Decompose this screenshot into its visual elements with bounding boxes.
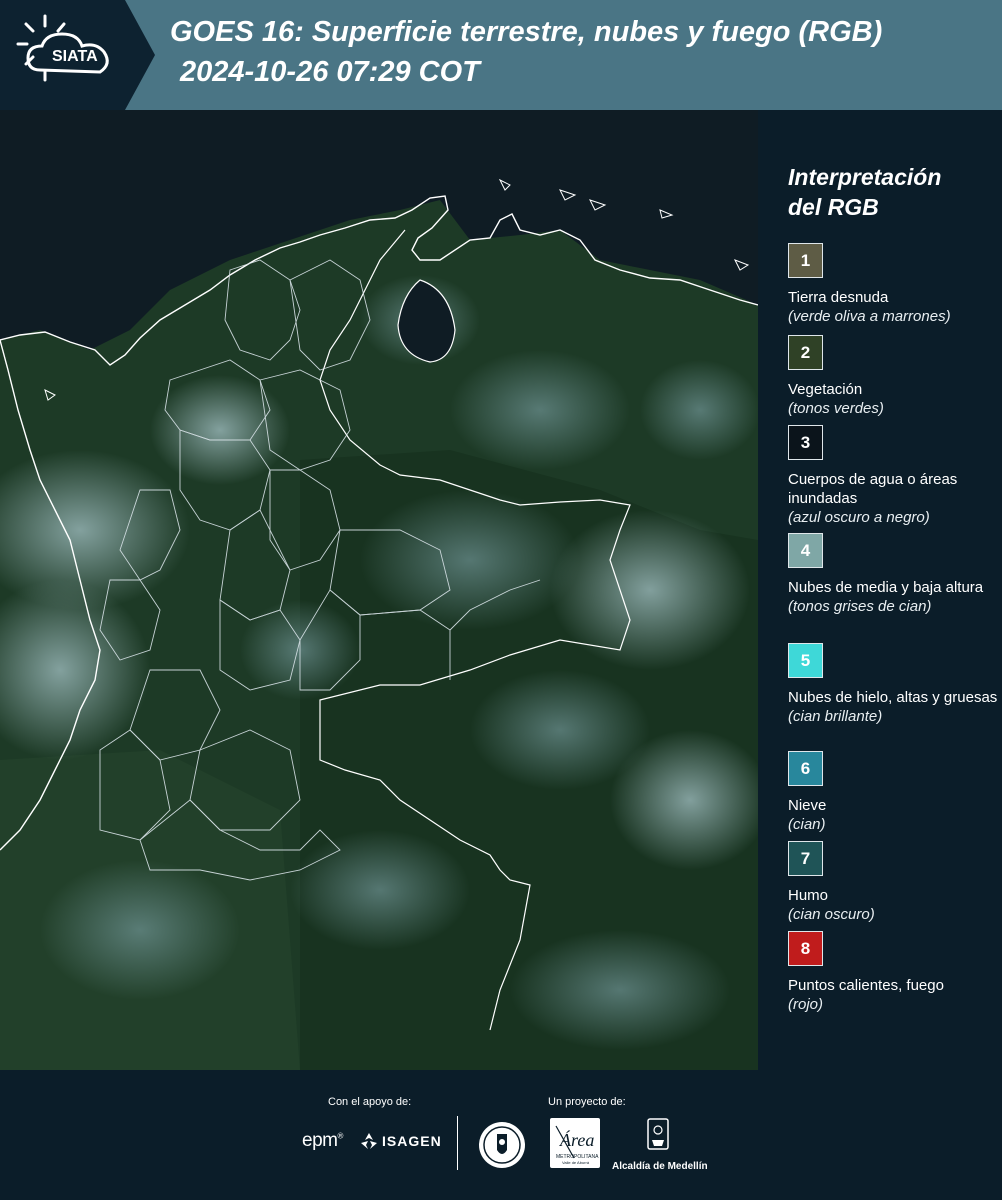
epm-logo: epm® — [302, 1130, 343, 1151]
area-metropolitana-logo: Área METROPOLITANA Valle de Aburrá — [550, 1118, 600, 1168]
support-label: Con el apoyo de: — [328, 1096, 412, 1108]
rgb-legend: Interpretación del RGB 1 Tierra desnuda … — [760, 110, 1002, 1070]
legend-label-2: Vegetación — [788, 381, 863, 398]
university-seal-icon — [477, 1120, 527, 1175]
legend-title: Interpretación del RGB — [788, 162, 941, 222]
legend-item-7: 7 Humo (cian oscuro) — [788, 841, 998, 924]
swatch-8: 8 — [788, 931, 823, 966]
epm-logo-text: epm — [302, 1130, 338, 1151]
logo-text: SIATA — [52, 48, 98, 65]
legend-label-4: Nubes de media y baja altura — [788, 579, 984, 596]
isagen-logo-text: ISAGEN — [382, 1133, 442, 1149]
swatch-7: 7 — [788, 841, 823, 876]
legend-label-5: Nubes de hielo, altas y gruesas — [788, 689, 998, 706]
legend-label-1: Tierra desnuda — [788, 289, 889, 306]
footer-divider — [457, 1116, 458, 1170]
footer: Con el apoyo de: Un proyecto de: epm® IS… — [0, 1070, 1002, 1200]
header-bar: SIATA GOES 16: Superficie terrestre, nub… — [0, 0, 1002, 110]
isagen-logo: ISAGEN — [360, 1132, 442, 1150]
satellite-map[interactable] — [0, 110, 758, 1070]
siata-logo: SIATA — [0, 0, 155, 110]
svg-text:Valle de Aburrá: Valle de Aburrá — [562, 1160, 590, 1165]
alcaldia-shield-icon — [647, 1118, 669, 1150]
legend-desc-6: (cian) — [788, 816, 826, 833]
legend-title-line2: del RGB — [788, 194, 879, 220]
legend-desc-4: (tonos grises de cian) — [788, 598, 932, 615]
isagen-icon — [361, 1133, 377, 1149]
legend-item-4: 4 Nubes de media y baja altura (tonos gr… — [788, 533, 998, 616]
alcaldia-text: Alcaldía de Medellín — [612, 1161, 708, 1172]
legend-item-6: 6 Nieve (cian) — [788, 751, 998, 834]
project-label: Un proyecto de: — [548, 1096, 626, 1108]
swatch-1: 1 — [788, 243, 823, 278]
legend-item-8: 8 Puntos calientes, fuego (rojo) — [788, 931, 998, 1014]
swatch-4: 4 — [788, 533, 823, 568]
page-timestamp: 2024-10-26 07:29 COT — [180, 56, 480, 88]
legend-item-3: 3 Cuerpos de agua o áreas inundadas (azu… — [788, 425, 998, 527]
legend-desc-1: (verde oliva a marrones) — [788, 308, 951, 325]
svg-text:Área: Área — [559, 1129, 594, 1150]
alcaldia-logo: Alcaldía de Medellín — [612, 1118, 708, 1172]
legend-item-1: 1 Tierra desnuda (verde oliva a marrones… — [788, 243, 998, 326]
page-title: GOES 16: Superficie terrestre, nubes y f… — [170, 16, 883, 48]
legend-desc-3: (azul oscuro a negro) — [788, 509, 930, 526]
legend-label-6: Nieve — [788, 797, 827, 814]
swatch-2: 2 — [788, 335, 823, 370]
legend-desc-2: (tonos verdes) — [788, 400, 884, 417]
legend-item-2: 2 Vegetación (tonos verdes) — [788, 335, 998, 418]
legend-desc-7: (cian oscuro) — [788, 906, 875, 923]
legend-title-line1: Interpretación — [788, 164, 942, 190]
swatch-6: 6 — [788, 751, 823, 786]
legend-desc-5: (cian brillante) — [788, 708, 883, 725]
swatch-5: 5 — [788, 643, 823, 678]
legend-label-8: Puntos calientes, fuego — [788, 977, 944, 994]
legend-label-3: Cuerpos de agua o áreas inundadas — [788, 471, 958, 507]
swatch-3: 3 — [788, 425, 823, 460]
legend-label-7: Humo — [788, 887, 829, 904]
legend-desc-8: (rojo) — [788, 996, 824, 1013]
legend-item-5: 5 Nubes de hielo, altas y gruesas (cian … — [788, 643, 998, 726]
